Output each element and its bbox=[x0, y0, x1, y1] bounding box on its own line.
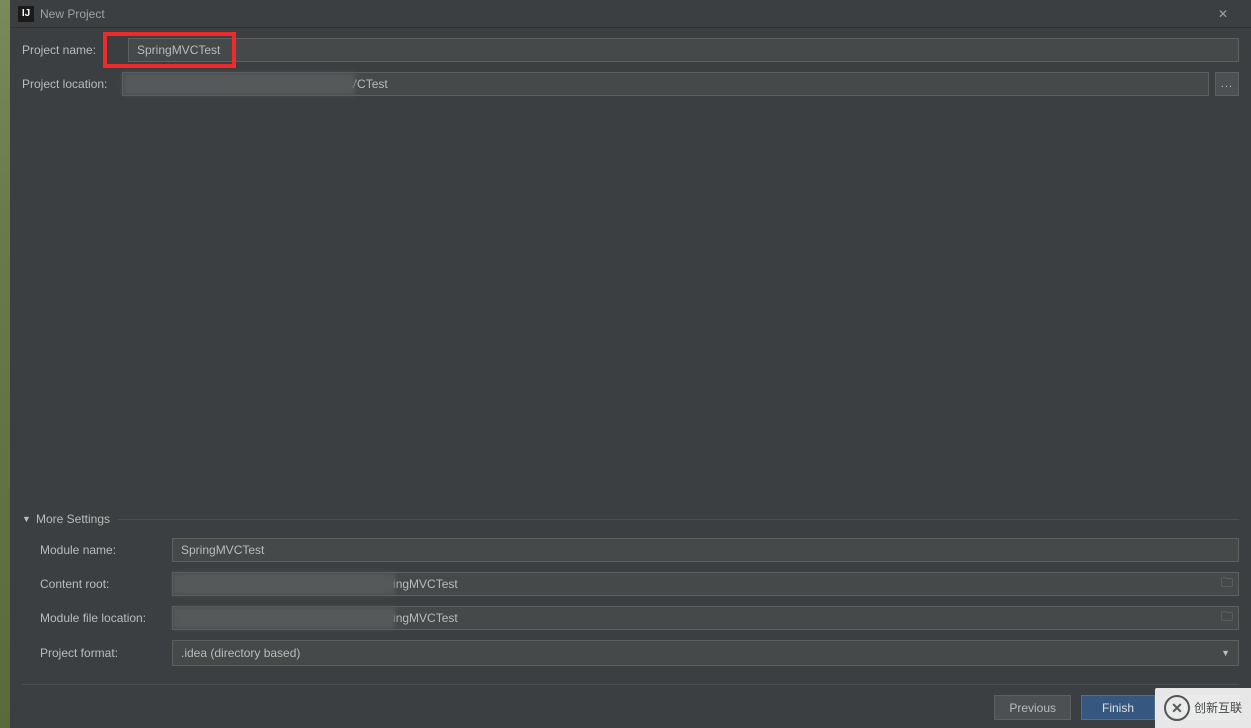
chevron-down-icon: ▼ bbox=[22, 514, 32, 524]
watermark-text: 创新互联 bbox=[1194, 702, 1242, 714]
button-bar: Previous Finish Cancel bbox=[22, 684, 1239, 720]
module-name-row: Module name: bbox=[22, 538, 1239, 562]
more-settings-label: More Settings bbox=[36, 512, 110, 526]
more-settings-toggle[interactable]: ▼ More Settings bbox=[22, 508, 1239, 530]
browse-location-button[interactable]: ... bbox=[1215, 72, 1239, 96]
project-location-label: Project location: bbox=[22, 77, 122, 91]
close-icon: ✕ bbox=[1218, 7, 1228, 21]
chevron-down-icon: ▼ bbox=[1221, 648, 1230, 658]
watermark: ✕ 创新互联 bbox=[1155, 688, 1251, 728]
finish-button[interactable]: Finish bbox=[1081, 695, 1155, 720]
project-format-row: Project format: .idea (directory based) … bbox=[22, 640, 1239, 666]
content-root-label: Content root: bbox=[40, 577, 172, 591]
watermark-logo-icon: ✕ bbox=[1164, 695, 1190, 721]
module-name-label: Module name: bbox=[40, 543, 172, 557]
previous-button[interactable]: Previous bbox=[994, 695, 1071, 720]
project-name-input[interactable] bbox=[128, 38, 1239, 62]
spacer bbox=[22, 106, 1239, 508]
project-location-row: Project location: ... bbox=[22, 72, 1239, 96]
project-format-label: Project format: bbox=[40, 646, 172, 660]
intellij-icon: IJ bbox=[18, 6, 34, 22]
project-name-row: Project name: bbox=[22, 38, 1239, 62]
project-format-select[interactable]: .idea (directory based) ▼ bbox=[172, 640, 1239, 666]
dialog-content: Project name: Project location: ... ▼ Mo… bbox=[10, 28, 1251, 728]
new-project-dialog: IJ New Project ✕ Project name: Project l… bbox=[10, 0, 1251, 728]
project-format-value: .idea (directory based) bbox=[181, 646, 300, 660]
project-name-label: Project name: bbox=[22, 43, 122, 57]
close-button[interactable]: ✕ bbox=[1203, 1, 1243, 27]
window-title: New Project bbox=[40, 7, 1203, 21]
module-name-input[interactable] bbox=[172, 538, 1239, 562]
desktop-edge bbox=[0, 0, 10, 728]
project-location-input[interactable] bbox=[122, 72, 1209, 96]
content-root-row: Content root: 🗀 bbox=[22, 572, 1239, 596]
module-file-location-row: Module file location: 🗀 bbox=[22, 606, 1239, 630]
module-file-location-label: Module file location: bbox=[40, 611, 172, 625]
divider bbox=[118, 519, 1239, 520]
content-root-input[interactable] bbox=[172, 572, 1239, 596]
titlebar: IJ New Project ✕ bbox=[10, 0, 1251, 28]
module-file-location-input[interactable] bbox=[172, 606, 1239, 630]
